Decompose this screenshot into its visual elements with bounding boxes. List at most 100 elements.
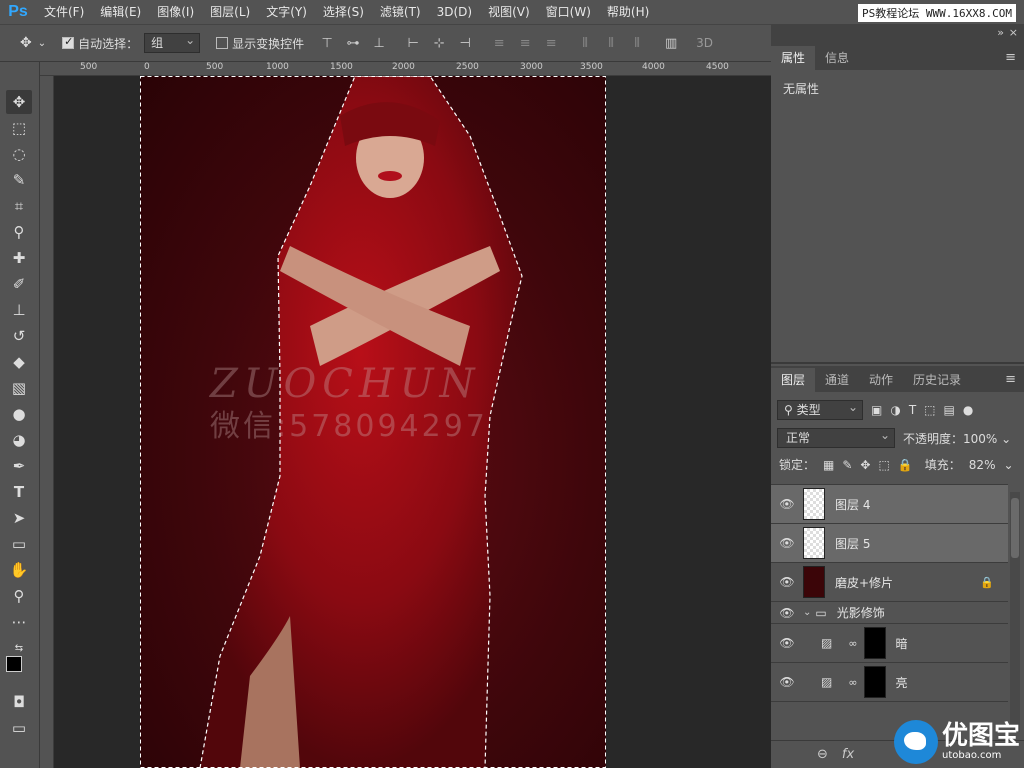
marquee-tool-icon[interactable]: ⬚ [6,116,32,140]
menu-file[interactable]: 文件(F) [36,0,92,24]
lock-position-icon[interactable]: ✥ [860,458,870,472]
chevron-down-icon[interactable]: ⌄ [38,38,46,49]
align-hcenter-icon[interactable]: ⊹ [430,34,448,52]
brush-tool-icon[interactable]: ✐ [6,272,32,296]
menu-image[interactable]: 图像(I) [149,0,202,24]
tab-channels[interactable]: 通道 [815,368,859,392]
menu-3d[interactable]: 3D(D) [429,0,480,24]
distribute-right-icon[interactable]: ⦀ [628,34,646,52]
shape-filter-icon[interactable]: ⬚ [924,403,935,417]
close-icon[interactable]: × [1009,26,1018,39]
filter-toggle-icon[interactable]: ● [963,403,973,417]
pen-tool-icon[interactable]: ✒ [6,454,32,478]
link-icon[interactable]: ∞ [848,676,857,689]
panel-menu-icon[interactable]: ≡ [1005,372,1016,387]
distribute-hcenter-icon[interactable]: ⦀ [602,34,620,52]
distribute-top-icon[interactable]: ≡ [490,34,508,52]
layer-item[interactable]: 👁 图层 5 [771,524,1008,563]
tab-info[interactable]: 信息 [815,46,859,70]
zoom-tool-icon[interactable]: ⚲ [6,584,32,608]
lock-artboard-icon[interactable]: ⬚ [878,458,889,472]
image-filter-icon[interactable]: ▣ [871,403,882,417]
auto-select-dropdown[interactable]: 组 [144,31,201,53]
clone-stamp-tool-icon[interactable]: ⊥ [6,298,32,322]
auto-select-checkbox[interactable] [62,35,75,49]
align-right-icon[interactable]: ⊣ [456,34,474,52]
collapse-icon[interactable]: » [997,26,1004,39]
layers-scrollbar[interactable] [1010,492,1020,732]
tab-history[interactable]: 历史记录 [903,368,971,392]
chevron-down-icon[interactable]: ⌄ [1003,458,1013,472]
layer-group[interactable]: 👁 ⌄ ▭ 光影修饰 [771,602,1008,624]
visibility-eye-icon[interactable]: 👁 [771,636,803,650]
document-canvas[interactable]: ZUOCHUN 微信:578094297 [140,76,606,768]
rectangle-tool-icon[interactable]: ▭ [6,532,32,556]
blend-mode-select[interactable]: 正常 [777,426,895,448]
auto-align-icon[interactable]: ▥ [662,34,680,52]
layer-item[interactable]: 👁 ▨ ∞ 亮 [771,663,1008,702]
opacity-control[interactable]: 不透明度：100% ⌄ [903,430,1011,447]
menu-window[interactable]: 窗口(W) [538,0,599,24]
layer-kind-filter[interactable]: ⚲ 类型 [777,398,863,420]
visibility-eye-icon[interactable]: 👁 [771,497,803,511]
gradient-tool-icon[interactable]: ▧ [6,376,32,400]
scroll-thumb[interactable] [1011,498,1019,558]
more-tools-icon[interactable]: ⋯ [6,610,32,634]
adjustment-filter-icon[interactable]: ◑ [890,403,900,417]
distribute-left-icon[interactable]: ⦀ [576,34,594,52]
screen-mode-icon[interactable]: ▭ [6,716,32,740]
menu-help[interactable]: 帮助(H) [599,0,657,24]
layer-item[interactable]: 👁 磨皮+修片 🔒 [771,563,1008,602]
fill-value[interactable]: 82% [969,458,996,472]
quick-select-tool-icon[interactable]: ✎ [6,168,32,192]
layer-item[interactable]: 👁 图层 4 [771,485,1008,524]
canvas-area[interactable]: ZUOCHUN 微信:578094297 [54,76,771,768]
visibility-eye-icon[interactable]: 👁 [771,675,803,689]
eraser-tool-icon[interactable]: ◆ [6,350,32,374]
visibility-eye-icon[interactable]: 👁 [771,536,803,550]
fx-icon[interactable]: fx [842,747,854,762]
lock-transparent-icon[interactable]: ▦ [823,458,834,472]
distribute-bottom-icon[interactable]: ≡ [542,34,560,52]
menu-select[interactable]: 选择(S) [315,0,372,24]
foreground-color-swatch[interactable] [6,656,22,672]
align-left-icon[interactable]: ⊢ [404,34,422,52]
distribute-vcenter-icon[interactable]: ≡ [516,34,534,52]
lock-pixels-icon[interactable]: ✎ [842,458,852,472]
show-transform-checkbox[interactable] [216,37,229,49]
lasso-tool-icon[interactable]: ◌ [6,142,32,166]
menu-view[interactable]: 视图(V) [480,0,538,24]
history-brush-tool-icon[interactable]: ↺ [6,324,32,348]
layer-mask-thumbnail[interactable] [863,627,886,659]
dodge-tool-icon[interactable]: ◕ [6,428,32,452]
opacity-value[interactable]: 100% [963,432,997,446]
move-tool-icon[interactable]: ✥ [6,90,32,114]
visibility-eye-icon[interactable]: 👁 [771,575,803,589]
menu-type[interactable]: 文字(Y) [258,0,315,24]
move-tool-icon[interactable]: ✥ [20,35,32,51]
tab-layers[interactable]: 图层 [771,368,816,392]
link-icon[interactable]: ∞ [848,637,857,650]
eyedropper-tool-icon[interactable]: ⚲ [6,220,32,244]
visibility-eye-icon[interactable]: 👁 [771,606,803,620]
menu-filter[interactable]: 滤镜(T) [372,0,429,24]
path-selection-tool-icon[interactable]: ➤ [6,506,32,530]
menu-edit[interactable]: 编辑(E) [92,0,149,24]
type-filter-icon[interactable]: T [909,403,916,417]
smart-object-filter-icon[interactable]: ▤ [944,403,955,417]
tab-actions[interactable]: 动作 [859,368,903,392]
blur-tool-icon[interactable]: ● [6,402,32,426]
quick-mask-icon[interactable]: ◘ [6,690,32,714]
lock-all-icon[interactable]: 🔒 [898,458,913,472]
align-vcenter-icon[interactable]: ⊶ [344,34,362,52]
crop-tool-icon[interactable]: ⌗ [6,194,32,218]
tab-properties[interactable]: 属性 [771,46,816,70]
align-top-icon[interactable]: ⊤ [318,34,336,52]
chevron-down-icon[interactable]: ⌄ [803,607,811,618]
menu-layer[interactable]: 图层(L) [202,0,258,24]
healing-brush-tool-icon[interactable]: ✚ [6,246,32,270]
link-icon[interactable]: ⊖ [817,747,828,762]
hand-tool-icon[interactable]: ✋ [6,558,32,582]
type-tool-icon[interactable]: T [6,480,32,504]
layer-mask-thumbnail[interactable] [863,666,886,698]
